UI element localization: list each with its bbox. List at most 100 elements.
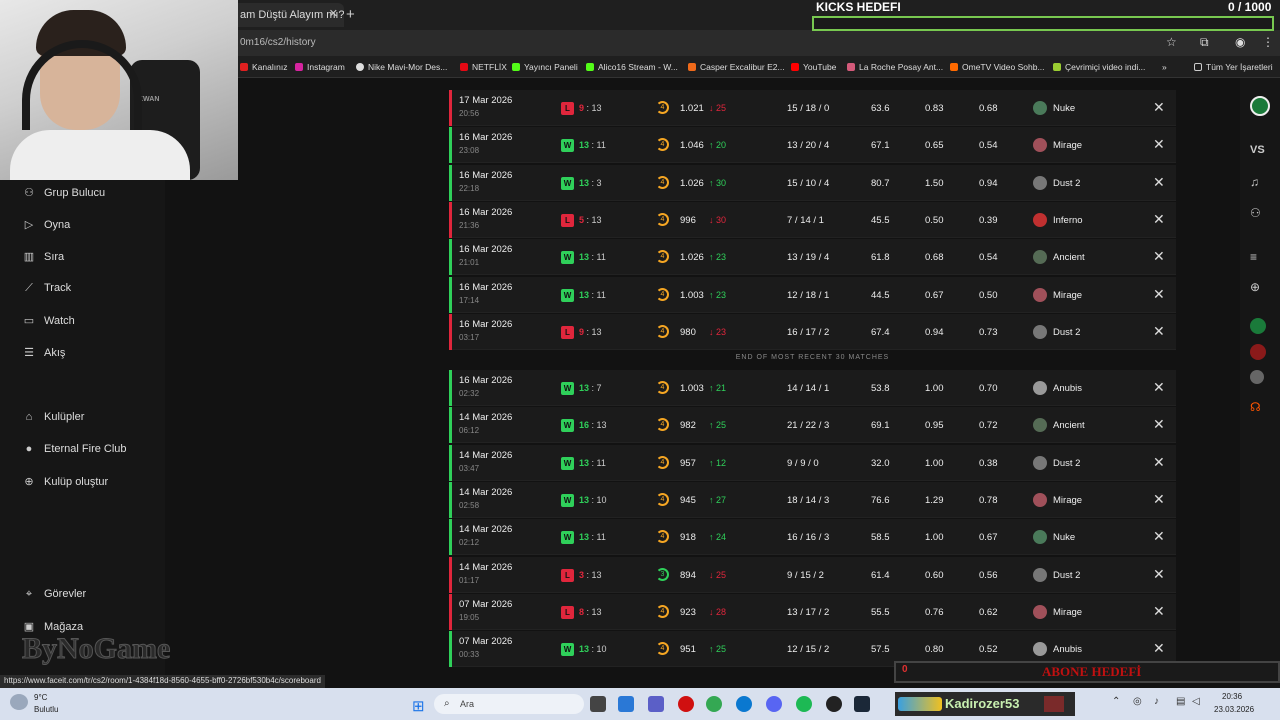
user-avatar-icon[interactable] [1250,344,1266,363]
headset-icon[interactable]: ☊ [1250,400,1261,414]
adr-value: 53.8 [871,383,890,394]
vs-icon[interactable]: VS [1250,144,1265,156]
sidebar-item-gorevler[interactable]: ⌖ Görevler [22,588,86,601]
sidebar-item-grup-bulucu[interactable]: ⚇ Grup Bulucu [22,186,105,199]
match-row[interactable]: 07 Mar 2026 19:05 923 13 / 17 / 2 55.5 0.76 0.… [449,594,1176,630]
taskbar-date[interactable]: 23.03.2026 [1214,705,1254,714]
hide-match-icon[interactable]: ✕ [1153,323,1165,340]
friends-icon[interactable]: ⚇ [1250,206,1261,220]
hide-match-icon[interactable]: ✕ [1153,211,1165,228]
match-row[interactable]: 14 Mar 2026 02:58 945 18 / 14 / 3 76.6 1.29 0.… [449,482,1176,518]
hide-match-icon[interactable]: ✕ [1153,491,1165,508]
match-row[interactable]: 14 Mar 2026 06:12 982 21 / 22 / 3 69.1 0.95 0.… [449,407,1176,443]
tray-app-icon[interactable]: ◎ [1133,696,1142,707]
sidebar-item-sira[interactable]: ▥ Sıra [22,250,64,263]
match-row[interactable]: 16 Mar 2026 02:32 1.003 14 / 14 / 1 53.8 1.00… [449,370,1176,406]
add-icon[interactable]: ⊕ [1250,280,1260,294]
result-badge: W [561,139,574,152]
extensions-icon[interactable]: ⧉ [1200,35,1209,50]
match-row[interactable]: 16 Mar 2026 03:17 980 16 / 17 / 2 67.4 0.94 0.… [449,314,1176,350]
chrome-app-icon[interactable] [706,696,722,712]
club-avatar-icon[interactable] [1250,318,1266,337]
hide-match-icon[interactable]: ✕ [1153,454,1165,471]
weather-icon[interactable] [10,694,28,710]
sidebar-item-track[interactable]: ⟋ Track [22,282,71,295]
club-badge-icon[interactable] [1250,96,1270,119]
obs-app-icon[interactable] [826,696,842,712]
close-tab-icon[interactable]: ✕ [329,7,338,20]
spotify-app-icon[interactable] [796,696,812,712]
taskbar-clock[interactable]: 20:36 [1222,692,1242,701]
tray-chevron-up-icon[interactable]: ⌃ [1112,696,1120,707]
bookmark[interactable]: YouTube [791,62,836,72]
bookmarks-more-icon[interactable]: » [1162,62,1167,72]
opera-app-icon[interactable] [678,696,694,712]
user-avatar-icon[interactable] [1250,370,1264,387]
arrow-down-icon: ↓ [709,327,717,337]
match-row[interactable]: 14 Mar 2026 03:47 957 9 / 9 / 0 32.0 1.00 0.38… [449,445,1176,481]
bookmark[interactable]: NETFLİX [460,62,507,72]
teams-app-icon[interactable] [648,696,664,712]
hide-match-icon[interactable]: ✕ [1153,136,1165,153]
taskbar-search-input[interactable] [434,694,584,714]
microphone-icon[interactable]: ♪ [1154,696,1159,707]
volume-icon[interactable]: ◁ [1192,696,1200,707]
elo-delta: ↑ 25 [709,644,726,654]
browser-tab[interactable]: am Düştü Alayım mı? ✕ [232,3,344,27]
match-score: 13 : 11 [579,252,606,262]
bookmark[interactable]: Casper Excalibur E2... [688,62,785,72]
bookmark[interactable]: OmeTV Video Sohb... [950,62,1045,72]
bookmark[interactable]: Nike Mavi-Mor Des... [356,62,447,72]
match-row[interactable]: 16 Mar 2026 21:36 996 7 / 14 / 1 45.5 0.50 0.3… [449,202,1176,238]
missions-icon: ⌖ [25,588,33,600]
profile-icon[interactable]: ◉ [1235,35,1245,49]
match-row[interactable]: 14 Mar 2026 01:17 894 9 / 15 / 2 61.4 0.60 0.5… [449,557,1176,593]
hide-match-icon[interactable]: ✕ [1153,286,1165,303]
hide-match-icon[interactable]: ✕ [1153,640,1165,657]
arrow-up-icon: ↑ [709,252,717,262]
sidebar-item-watch[interactable]: ▭ Watch [22,314,75,327]
sidebar-item-kulupler[interactable]: ⌂ Kulüpler [22,411,85,423]
discord-app-icon[interactable] [766,696,782,712]
hide-match-icon[interactable]: ✕ [1153,416,1165,433]
sidebar-item-oyna[interactable]: ▷ Oyna [22,218,71,231]
network-icon[interactable]: ▤ [1176,696,1185,707]
edge-app-icon[interactable] [736,696,752,712]
map-icon [1033,530,1047,544]
url-text[interactable]: 0m16/cs2/history [240,37,316,48]
party-icon[interactable]: ≡ [1250,250,1257,264]
mail-app-icon[interactable] [618,696,634,712]
score-separator: : [584,103,592,113]
match-row[interactable]: 16 Mar 2026 23:08 1.046 13 / 20 / 4 67.1 0.65… [449,127,1176,163]
bookmark[interactable]: Instagram [295,62,345,72]
sidebar-item-kulup-olustur[interactable]: ⊕ Kulüp oluştur [22,475,108,488]
arrow-up-icon: ↑ [709,420,717,430]
star-icon[interactable]: ☆ [1166,35,1177,49]
windows-start-icon[interactable]: ⊞ [412,697,425,715]
new-tab-icon[interactable]: + [346,6,355,23]
match-row[interactable]: 16 Mar 2026 22:18 1.026 15 / 10 / 4 80.7 1.50… [449,165,1176,201]
bookmark[interactable]: Çevrimiçi video indi... [1053,62,1145,72]
steam-app-icon[interactable] [854,696,870,712]
bookmark[interactable]: Kanalınız [240,62,287,72]
menu-icon[interactable]: ⋮ [1262,35,1274,49]
bookmark[interactable]: La Roche Posay Ant... [847,62,943,72]
match-row[interactable]: 14 Mar 2026 02:12 918 16 / 16 / 3 58.5 1.00 0.… [449,519,1176,555]
hide-match-icon[interactable]: ✕ [1153,528,1165,545]
all-bookmarks[interactable]: Tüm Yer İşaretleri [1194,62,1273,72]
hide-match-icon[interactable]: ✕ [1153,379,1165,396]
bell-icon[interactable]: ♫ [1250,175,1259,189]
hide-match-icon[interactable]: ✕ [1153,174,1165,191]
match-row[interactable]: 16 Mar 2026 21:01 1.026 13 / 19 / 4 61.8 0.68… [449,239,1176,275]
sidebar-item-eternal-fire[interactable]: ● Eternal Fire Club [22,443,127,455]
match-row[interactable]: 16 Mar 2026 17:14 1.003 12 / 18 / 1 44.5 0.67… [449,277,1176,313]
bookmark[interactable]: Alico16 Stream - W... [586,62,678,72]
hide-match-icon[interactable]: ✕ [1153,248,1165,265]
hide-match-icon[interactable]: ✕ [1153,603,1165,620]
bookmark[interactable]: Yayıncı Paneli [512,62,578,72]
match-row[interactable]: 17 Mar 2026 20:56 1.021 15 / 18 / 0 63.6 0.83… [449,90,1176,126]
hide-match-icon[interactable]: ✕ [1153,99,1165,116]
sidebar-item-akis[interactable]: ☰ Akış [22,346,65,359]
task-view-icon[interactable] [590,696,606,712]
hide-match-icon[interactable]: ✕ [1153,566,1165,583]
